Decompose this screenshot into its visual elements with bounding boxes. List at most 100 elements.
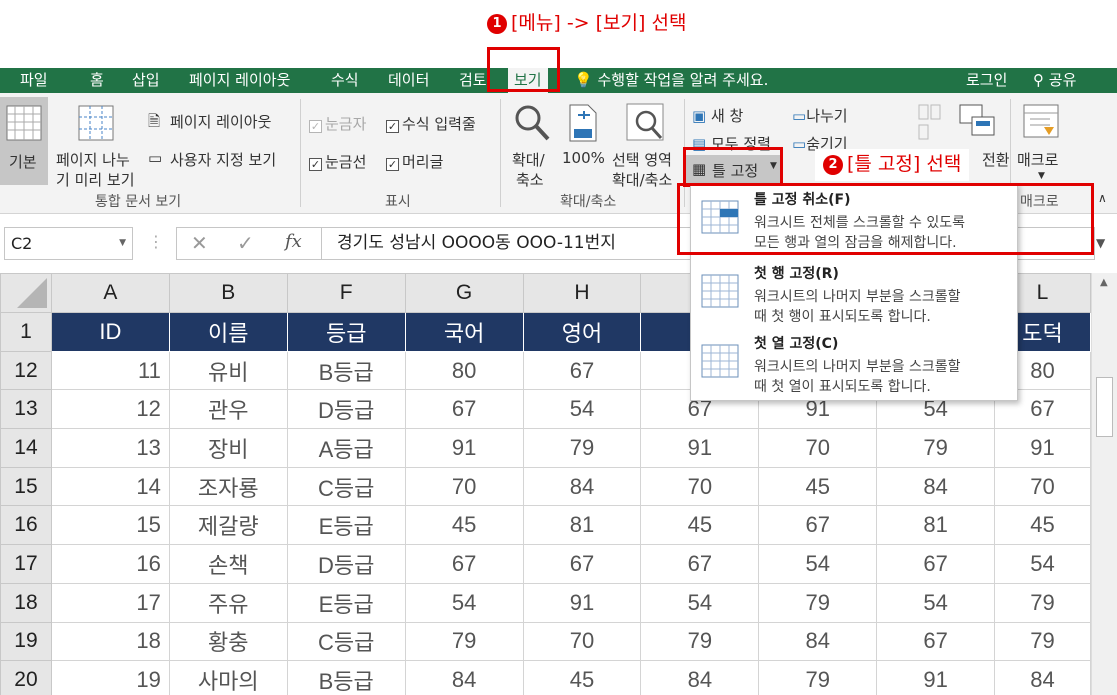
cell[interactable]: 12 — [50, 389, 170, 430]
cell[interactable]: 제갈량 — [168, 505, 288, 546]
headings-checkbox[interactable]: ✓ 머리글 — [386, 151, 443, 172]
cell[interactable]: 67 — [876, 544, 996, 584]
column-header[interactable]: H — [522, 273, 642, 313]
cell[interactable]: 45 — [404, 505, 524, 546]
cell[interactable]: 등급 — [286, 312, 406, 352]
tab-review[interactable]: 검토 — [459, 68, 487, 93]
cell[interactable]: 67 — [404, 389, 524, 430]
cell[interactable]: 54 — [522, 389, 642, 430]
normal-view-button[interactable]: 기본 — [0, 97, 48, 185]
row-header[interactable]: 13 — [0, 389, 52, 430]
cell[interactable]: 79 — [404, 621, 524, 662]
cell[interactable]: 54 — [404, 582, 524, 623]
freeze-first-column-item[interactable]: 첫 열 고정(C) 워크시트의 나머지 부분을 스크롤할 때 첫 열이 표시되도… — [691, 328, 1017, 398]
cell[interactable]: 45 — [522, 660, 642, 695]
tab-home[interactable]: 홈 — [90, 68, 104, 93]
share-button[interactable]: ⚲ 공유 — [1033, 68, 1076, 93]
cell[interactable]: 84 — [640, 660, 760, 695]
zoom-button[interactable]: 확대/ 축소 — [506, 97, 558, 189]
cell[interactable]: 45 — [640, 505, 760, 546]
cell[interactable]: 손책 — [168, 544, 288, 584]
cell[interactable]: 81 — [876, 505, 996, 546]
formula-bar-checkbox[interactable]: ✓ 수식 입력줄 — [386, 113, 476, 134]
cell[interactable]: 조자룡 — [168, 466, 288, 507]
cell[interactable]: B등급 — [286, 660, 406, 695]
cell[interactable]: E등급 — [286, 582, 406, 623]
cell[interactable]: 황충 — [168, 621, 288, 662]
cell[interactable]: 45 — [758, 466, 878, 507]
row-header[interactable]: 15 — [0, 466, 52, 507]
cell[interactable]: 79 — [876, 428, 996, 468]
cell[interactable]: A등급 — [286, 428, 406, 468]
cell[interactable]: 80 — [404, 350, 524, 391]
cell[interactable]: 18 — [50, 621, 170, 662]
cell[interactable]: ID — [50, 312, 170, 352]
cell[interactable]: 54 — [640, 582, 760, 623]
cell[interactable]: 70 — [994, 466, 1091, 507]
expand-formula-icon[interactable]: ▼ — [1096, 236, 1105, 250]
ruler-checkbox[interactable]: ✓ 눈금자 — [309, 113, 366, 134]
cell[interactable]: D등급 — [286, 389, 406, 430]
cell[interactable]: 84 — [522, 466, 642, 507]
cell[interactable]: 70 — [522, 621, 642, 662]
column-header[interactable]: A — [50, 273, 170, 313]
new-window-button[interactable]: ▣ 새 창 — [692, 105, 743, 126]
cell[interactable]: 17 — [50, 582, 170, 623]
column-header[interactable]: B — [168, 273, 288, 313]
cell[interactable]: 13 — [50, 428, 170, 468]
cell[interactable]: 54 — [758, 544, 878, 584]
cell[interactable]: 79 — [522, 428, 642, 468]
cell[interactable]: 영어 — [522, 312, 642, 352]
cell[interactable]: 주유 — [168, 582, 288, 623]
cell[interactable]: 국어 — [404, 312, 524, 352]
cell[interactable]: 관우 — [168, 389, 288, 430]
cell[interactable]: 84 — [404, 660, 524, 695]
tab-page-layout[interactable]: 페이지 레이아웃 — [189, 68, 290, 93]
cell[interactable]: 장비 — [168, 428, 288, 468]
cell[interactable]: 67 — [522, 544, 642, 584]
tab-formulas[interactable]: 수식 — [331, 68, 359, 93]
macros-button[interactable]: 매크로 ▼ — [1014, 97, 1070, 187]
cell[interactable]: C등급 — [286, 466, 406, 507]
cell[interactable]: 사마의 — [168, 660, 288, 695]
cell[interactable]: 16 — [50, 544, 170, 584]
cell[interactable]: B등급 — [286, 350, 406, 391]
cell[interactable]: 19 — [50, 660, 170, 695]
row-header[interactable]: 17 — [0, 544, 52, 584]
name-box-dropdown-icon[interactable]: ▼ — [119, 228, 126, 259]
cell[interactable]: 67 — [876, 621, 996, 662]
column-header[interactable]: F — [286, 273, 406, 313]
cell[interactable]: 유비 — [168, 350, 288, 391]
collapse-ribbon-icon[interactable]: ∧ — [1098, 191, 1107, 205]
cell[interactable]: 79 — [758, 660, 878, 695]
page-break-preview-button[interactable]: 페이지 나누 기 미리 보기 — [52, 97, 144, 189]
enter-icon[interactable]: ✓ — [237, 231, 254, 255]
row-header[interactable]: 18 — [0, 582, 52, 623]
cell[interactable]: 91 — [522, 582, 642, 623]
row-header[interactable]: 14 — [0, 428, 52, 468]
cell[interactable]: 70 — [758, 428, 878, 468]
scroll-thumb[interactable] — [1096, 377, 1113, 437]
cell[interactable]: 67 — [404, 544, 524, 584]
name-box[interactable]: C2 ▼ — [4, 227, 133, 260]
cell[interactable]: C등급 — [286, 621, 406, 662]
row-header[interactable]: 16 — [0, 505, 52, 546]
cell[interactable]: 84 — [758, 621, 878, 662]
cell[interactable]: 79 — [758, 582, 878, 623]
cell[interactable]: 67 — [758, 505, 878, 546]
cell[interactable]: 79 — [994, 621, 1091, 662]
cell[interactable]: 45 — [994, 505, 1091, 546]
cell[interactable]: 91 — [876, 660, 996, 695]
cell[interactable]: 67 — [640, 544, 760, 584]
cell[interactable]: 15 — [50, 505, 170, 546]
cell[interactable]: 70 — [640, 466, 760, 507]
column-header[interactable]: G — [404, 273, 524, 313]
split-button[interactable]: ▭나누기 — [792, 105, 848, 126]
cell[interactable]: 84 — [994, 660, 1091, 695]
tab-file[interactable]: 파일 — [20, 68, 48, 93]
row-header[interactable]: 1 — [0, 312, 52, 352]
zoom-to-selection-button[interactable]: 선택 영역 확대/축소 — [608, 97, 684, 189]
cell[interactable]: 91 — [994, 428, 1091, 468]
cell[interactable]: 91 — [404, 428, 524, 468]
cell[interactable]: 81 — [522, 505, 642, 546]
